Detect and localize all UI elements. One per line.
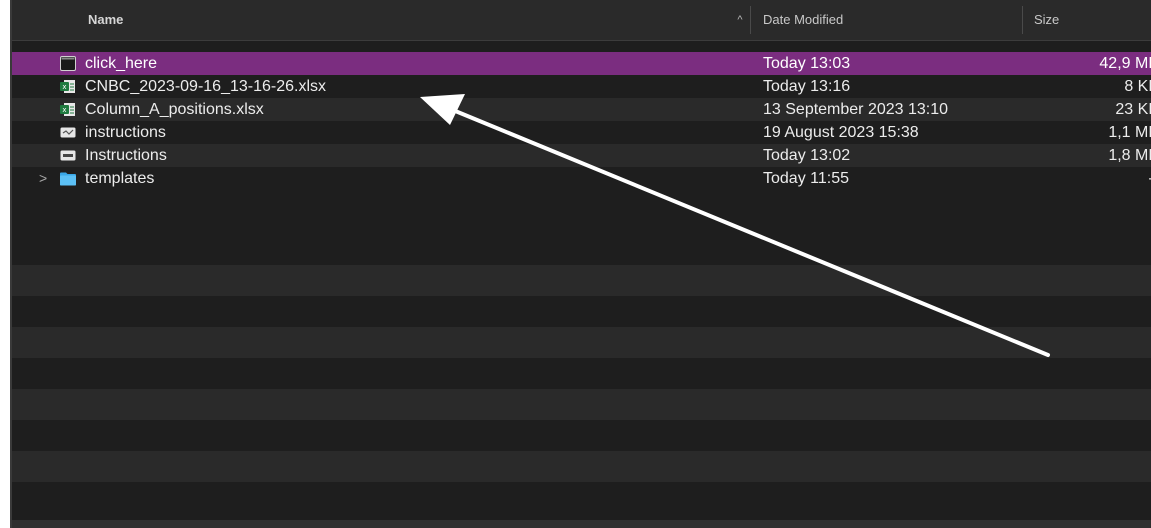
disclosure-chevron-icon[interactable]: > (39, 167, 47, 190)
file-size: 23 KB (1115, 101, 1151, 118)
file-size: 42,9 MB (1099, 55, 1151, 72)
column-separator[interactable] (750, 6, 751, 34)
file-row-cnbc-xlsx[interactable]: x CNBC_2023-09-16_13-16-26.xlsx Today 13… (12, 75, 1151, 98)
document-icon (60, 127, 76, 138)
empty-row (12, 358, 1151, 389)
file-size-cell: 42,9 MB (1001, 52, 1151, 75)
file-date: 13 September 2023 13:10 (763, 101, 949, 118)
file-name: CNBC_2023-09-16_13-16-26.xlsx (85, 78, 327, 95)
file-size: 1,1 MB (1108, 124, 1151, 141)
excel-file-icon: x (60, 103, 75, 116)
empty-row (12, 482, 1151, 513)
file-name: Column_A_positions.xlsx (85, 101, 264, 118)
file-date: Today 13:02 (763, 147, 851, 164)
column-header-date-modified[interactable]: Date Modified (763, 0, 843, 40)
document-icon (60, 150, 76, 161)
excel-file-icon: x (60, 80, 75, 93)
file-size-cell: 23 KB (1001, 98, 1151, 121)
empty-row (12, 389, 1151, 420)
folder-icon (60, 172, 76, 186)
file-row-templates[interactable]: > templates Today 11:55 -- (12, 167, 1151, 190)
file-row-instructions-upper[interactable]: Instructions Today 13:02 1,8 MB (12, 144, 1151, 167)
file-date: Today 13:16 (763, 78, 851, 95)
file-date: Today 11:55 (763, 170, 849, 187)
file-size-cell: 1,1 MB (1001, 121, 1151, 144)
empty-row (12, 327, 1151, 358)
file-name: Instructions (85, 147, 167, 164)
svg-text:x: x (62, 83, 66, 91)
column-header: Name ^ Date Modified Size (12, 0, 1151, 41)
file-date: Today 13:03 (763, 55, 851, 72)
file-name: instructions (85, 124, 166, 141)
file-date: 19 August 2023 15:38 (763, 124, 919, 141)
finder-list-view: Name ^ Date Modified Size click_here Tod… (0, 0, 1151, 528)
empty-row (12, 451, 1151, 482)
file-row-click-here[interactable]: click_here Today 13:03 42,9 MB (12, 52, 1151, 75)
column-separator[interactable] (1022, 6, 1023, 34)
sort-ascending-icon[interactable]: ^ (732, 0, 748, 40)
status-bar (12, 520, 1151, 528)
file-row-instructions-lower[interactable]: instructions 19 August 2023 15:38 1,1 MB (12, 121, 1151, 144)
file-size: 8 KB (1124, 78, 1151, 95)
column-header-name[interactable]: Name (88, 0, 123, 40)
file-size-cell: 1,8 MB (1001, 144, 1151, 167)
window-edge (0, 0, 10, 528)
terminal-exec-icon (60, 56, 76, 71)
svg-text:x: x (62, 106, 66, 114)
empty-row (12, 265, 1151, 296)
file-row-column-a-xlsx[interactable]: x Column_A_positions.xlsx 13 September 2… (12, 98, 1151, 121)
file-size: 1,8 MB (1108, 147, 1151, 164)
file-size-cell: -- (1001, 167, 1151, 190)
empty-row (12, 296, 1151, 327)
file-list: click_here Today 13:03 42,9 MB x CNBC_20… (12, 52, 1151, 190)
file-size-cell: 8 KB (1001, 75, 1151, 98)
file-name: templates (85, 170, 155, 187)
file-name: click_here (85, 55, 158, 72)
empty-row (12, 420, 1151, 451)
column-header-size[interactable]: Size (1034, 0, 1059, 40)
